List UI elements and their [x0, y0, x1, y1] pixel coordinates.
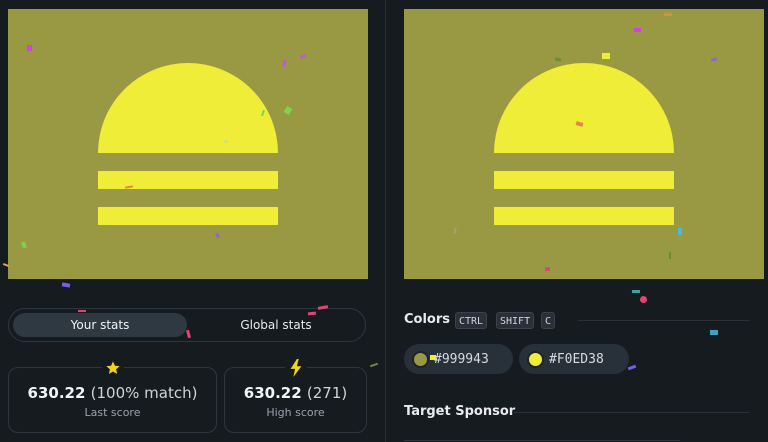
colors-title: Colors — [404, 312, 451, 327]
confetti-piece — [224, 140, 228, 143]
color-swatch-shape[interactable]: #F0ED38 — [519, 344, 629, 374]
shortcut-key-c: C — [541, 312, 556, 329]
star-icon — [101, 358, 124, 378]
confetti-piece — [430, 355, 436, 360]
confetti-piece — [710, 330, 718, 335]
confetti-piece — [632, 290, 640, 293]
confetti-piece — [602, 53, 610, 59]
target-canvas — [404, 9, 764, 279]
tab-your-stats[interactable]: Your stats — [13, 313, 187, 337]
confetti-piece — [369, 362, 379, 368]
color-swatch-background[interactable]: #999943 — [404, 344, 513, 374]
color-hex: #F0ED38 — [549, 351, 604, 367]
stripe-1 — [494, 171, 674, 189]
colors-divider — [578, 320, 749, 321]
confetti-piece — [664, 13, 672, 16]
sponsor-box-edge — [404, 440, 680, 441]
last-score-value: 630.22 (100% match) — [27, 384, 198, 402]
confetti-piece — [27, 45, 32, 51]
confetti-piece — [678, 228, 682, 235]
color-hex: #999943 — [434, 351, 489, 367]
high-score-detail: (271) — [306, 384, 348, 402]
confetti-piece — [627, 364, 637, 371]
high-score-card: 630.22 (271) High score — [224, 358, 367, 433]
sponsor-divider — [514, 412, 749, 413]
confetti-piece — [545, 267, 550, 271]
high-score-label: High score — [266, 406, 325, 419]
shortcut-key-shift: SHIFT — [496, 312, 535, 329]
target-sponsor-title: Target Sponsor — [404, 404, 516, 419]
high-score-value: 630.22 (271) — [243, 384, 348, 402]
confetti-piece — [634, 28, 641, 32]
last-score-detail: (100% match) — [90, 384, 198, 402]
confetti-piece — [640, 296, 647, 303]
stripe-2 — [98, 207, 278, 225]
color-dot — [412, 350, 429, 368]
panel-divider — [385, 0, 386, 442]
last-score-card: 630.22 (100% match) Last score — [8, 358, 217, 433]
tab-global-stats[interactable]: Global stats — [189, 313, 363, 337]
confetti-piece — [78, 310, 86, 312]
stripe-2 — [494, 207, 674, 225]
user-canvas[interactable] — [8, 9, 368, 279]
confetti-piece — [61, 282, 71, 288]
shortcut-key-ctrl: CTRL — [455, 312, 488, 329]
color-dot — [527, 350, 544, 368]
last-score-label: Last score — [84, 406, 141, 419]
lightning-icon — [284, 358, 307, 378]
confetti-piece — [669, 252, 671, 259]
